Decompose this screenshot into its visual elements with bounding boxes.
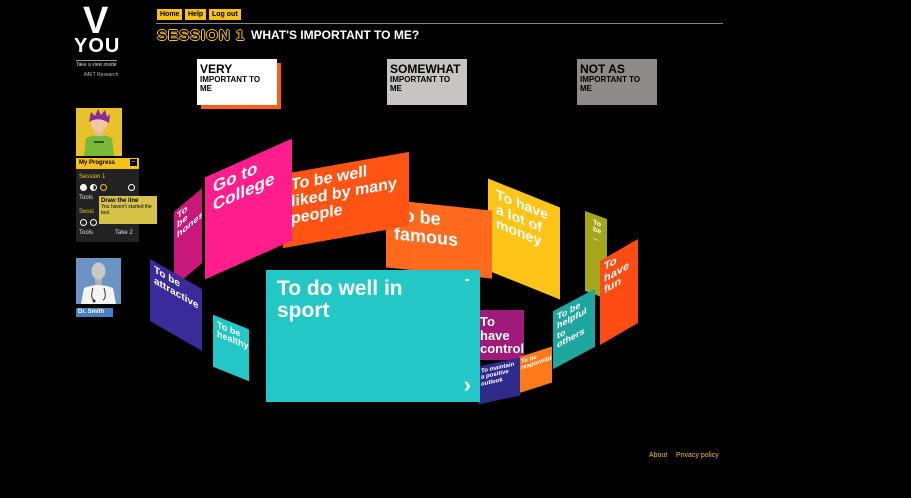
session1-label: Session 1	[79, 174, 106, 180]
value-card-college[interactable]: Go to College	[205, 138, 292, 280]
tools-label: Tools	[79, 195, 94, 201]
doctor-icon	[76, 258, 121, 304]
help-button[interactable]: Help	[185, 9, 207, 20]
tooltip-text: You haven't started the tool.	[101, 204, 152, 216]
category-very-title: VERY	[200, 62, 233, 76]
session-title: SESSION 1	[157, 27, 246, 44]
value-card-sport-text: To do well in sport	[277, 277, 403, 323]
header-divider	[156, 23, 723, 24]
take2-label: Take 2	[115, 230, 133, 236]
card-next-arrow-icon[interactable]: ›	[464, 373, 471, 396]
category-somewhat-sub: IMPORTANT TO ME	[390, 75, 451, 93]
logo-org: iMET Research	[84, 72, 119, 78]
collapse-icon[interactable]: –	[130, 159, 137, 166]
tools2-label: Tools	[79, 230, 94, 236]
category-very-important[interactable]: VERY IMPORTANT TO ME	[197, 59, 277, 105]
category-notas-sub: IMPORTANT TO ME	[580, 75, 641, 93]
category-notas-title: NOT AS	[580, 62, 625, 76]
draw-the-line-tooltip: Draw the line You haven't started the to…	[99, 196, 157, 224]
doctor-avatar[interactable]	[76, 258, 121, 304]
progress-dot-current-icon[interactable]	[100, 184, 107, 191]
category-somewhat-important[interactable]: SOMEWHAT IMPORTANT TO ME	[387, 59, 467, 105]
home-button[interactable]: Home	[157, 9, 183, 20]
logout-button[interactable]: Log out	[209, 9, 241, 20]
privacy-policy-link[interactable]: Privacy policy	[676, 452, 719, 459]
progress-dot-complete-icon[interactable]	[80, 184, 87, 191]
session2-label: Sessi	[79, 209, 94, 215]
value-card-healthy[interactable]: To be healthy	[213, 314, 249, 382]
progress-dot-empty-icon[interactable]	[90, 219, 97, 226]
category-not-as-important[interactable]: NOT AS IMPORTANT TO ME	[577, 59, 657, 105]
value-card-honest[interactable]: To be honest	[174, 188, 202, 287]
progress-dot-half-icon[interactable]	[90, 184, 97, 191]
logo-you: YOU	[74, 35, 121, 57]
page-title: WHAT'S IMPORTANT TO ME?	[251, 28, 420, 42]
doctor-name[interactable]: Dr. Smith	[76, 308, 113, 317]
user-avatar[interactable]	[76, 108, 122, 156]
category-very-sub: IMPORTANT TO ME	[200, 75, 261, 93]
progress-dot-empty-icon[interactable]	[128, 184, 135, 191]
progress-header: My Progress –	[76, 158, 139, 169]
punk-avatar-icon	[76, 108, 122, 156]
value-card-money[interactable]: To have a lot of money	[488, 178, 560, 300]
progress-title: My Progress	[79, 160, 116, 166]
about-link[interactable]: About	[649, 452, 667, 459]
logo-tagline: Take a view inside	[76, 60, 117, 68]
value-card-outlook[interactable]: To maintain a positive outlook	[478, 357, 520, 405]
value-card-helpful[interactable]: To be helpful to others	[553, 288, 595, 370]
progress-dot-empty-icon[interactable]	[80, 219, 87, 226]
value-card-sport[interactable]: To do well in sport - ›	[266, 270, 480, 402]
card-minimize-icon[interactable]: -	[465, 271, 470, 289]
category-somewhat-title: SOMEWHAT	[390, 62, 461, 76]
